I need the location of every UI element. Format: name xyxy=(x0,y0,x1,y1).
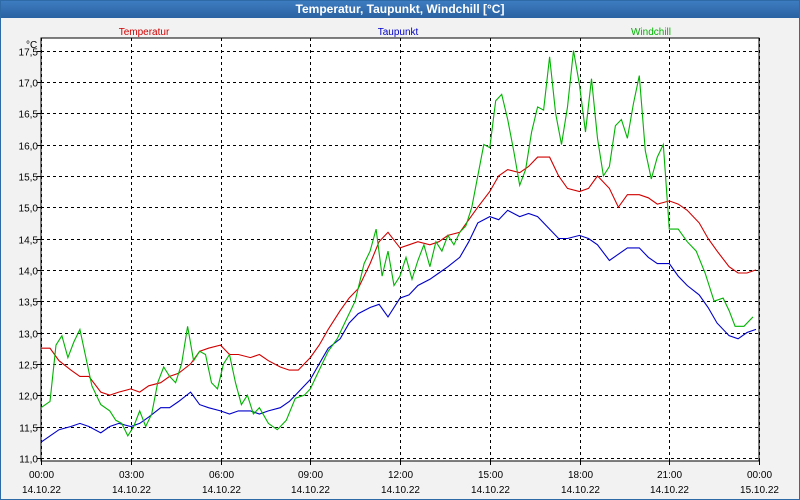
x-tick-date: 14.10.22 xyxy=(471,485,510,496)
legend-taupunkt: Taupunkt xyxy=(378,27,419,38)
y-tick-label: 17,0 xyxy=(19,79,39,90)
x-tick-time: 21:00 xyxy=(657,470,682,481)
x-tick-time: 18:00 xyxy=(568,470,593,481)
y-tick-label: 16,5 xyxy=(19,110,39,121)
x-tick-date: 14.10.22 xyxy=(202,485,241,496)
y-tick-label: 11,0 xyxy=(19,455,38,466)
y-tick-label: 14,0 xyxy=(19,267,39,278)
y-tick-label: 12,5 xyxy=(19,361,39,372)
y-tick-label: 15,5 xyxy=(19,173,39,184)
x-tick-time: 00:00 xyxy=(29,470,54,481)
x-tick-date: 14.10.22 xyxy=(650,485,689,496)
x-tick-date: 14.10.22 xyxy=(22,485,61,496)
x-tick-date: 14.10.22 xyxy=(291,485,330,496)
y-axis-unit: °C xyxy=(26,40,37,51)
x-tick-date: 15.10.22 xyxy=(740,485,779,496)
y-tick-label: 13,5 xyxy=(19,298,39,309)
chart-window: Temperatur, Taupunkt, Windchill [°C] 11,… xyxy=(0,0,800,500)
y-tick-label: 14,5 xyxy=(19,236,39,247)
y-tick-label: 11,5 xyxy=(19,424,38,435)
x-tick-time: 09:00 xyxy=(298,470,323,481)
y-tick-label: 15,0 xyxy=(19,204,39,215)
x-tick-date: 14.10.22 xyxy=(112,485,151,496)
y-tick-label: 13,0 xyxy=(19,330,39,341)
x-tick-time: 15:00 xyxy=(478,470,503,481)
x-tick-date: 14.10.22 xyxy=(561,485,600,496)
x-tick-time: 12:00 xyxy=(388,470,413,481)
legend-temperatur: Temperatur xyxy=(119,27,170,38)
x-tick-time: 03:00 xyxy=(119,470,144,481)
legend-windchill: Windchill xyxy=(631,27,671,38)
x-tick-time: 00:00 xyxy=(747,470,772,481)
x-tick-time: 06:00 xyxy=(209,470,234,481)
y-tick-label: 16,0 xyxy=(19,142,39,153)
x-tick-date: 14.10.22 xyxy=(381,485,420,496)
line-chart: 11,0 11,5 12,0 12,5 13,0 13,5 14,0 14,5 15,0 15,5… xyxy=(19,27,780,496)
y-tick-label: 12,0 xyxy=(19,392,39,403)
